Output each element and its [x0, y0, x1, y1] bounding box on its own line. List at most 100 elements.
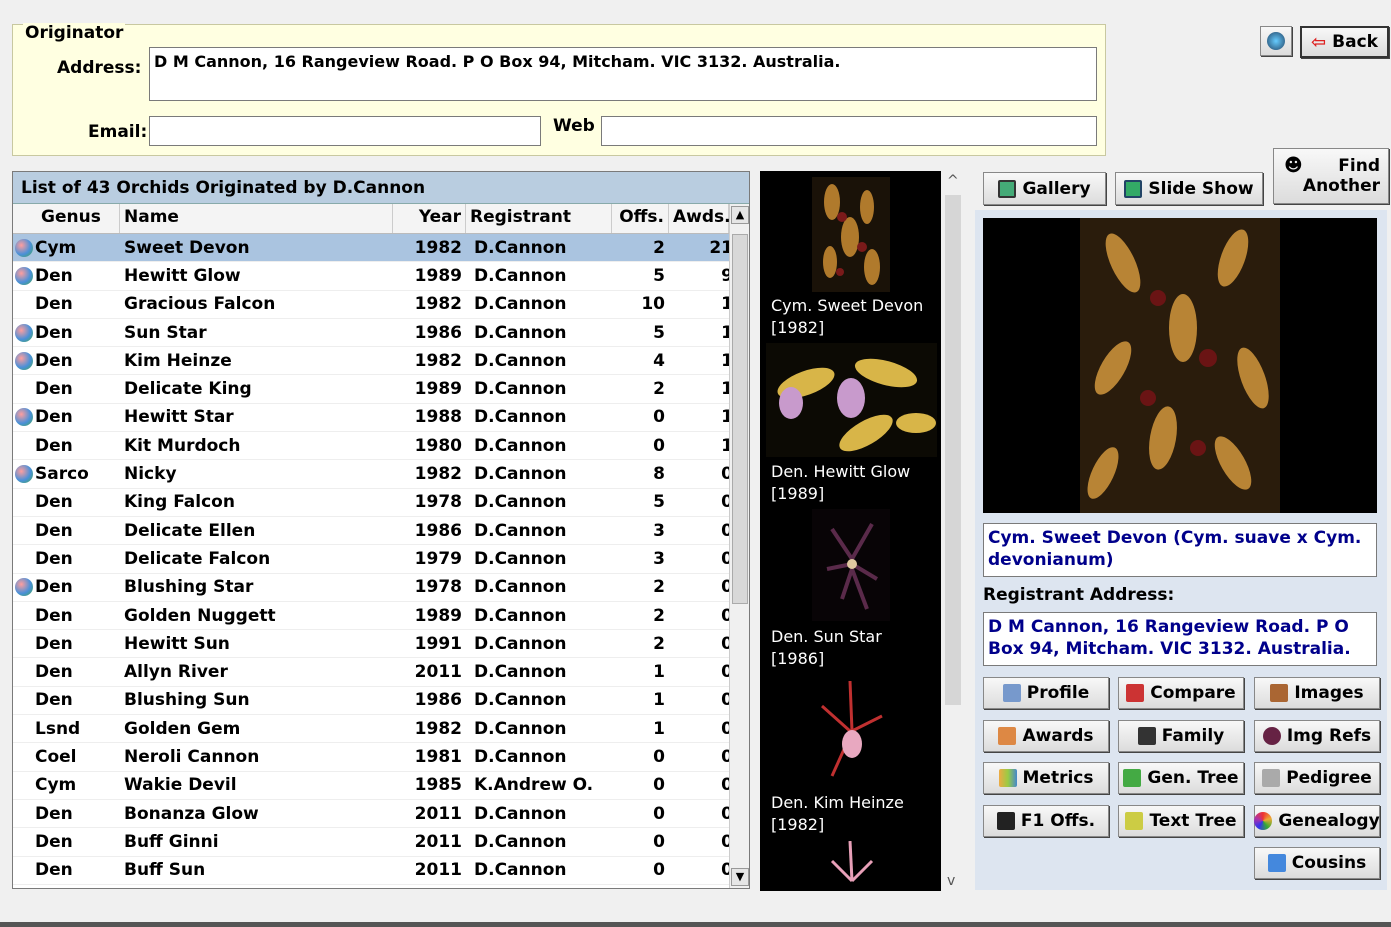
strip-scroll-down-icon[interactable]: v	[947, 873, 955, 889]
scroll-down-icon[interactable]: ▼	[731, 868, 749, 886]
header-genus[interactable]: Genus	[13, 204, 120, 233]
table-row[interactable]: Den Buff Sun 2011 D.Cannon 0 0	[13, 857, 749, 885]
table-row[interactable]: Cym Wakie Devil 1985 K.Andrew O. 0 0	[13, 772, 749, 800]
thumb-kim-heinze[interactable]	[812, 676, 890, 788]
offs-cell: 0	[653, 803, 665, 824]
table-row[interactable]: Den Hewitt Star 1988 D.Cannon 0 1	[13, 404, 749, 433]
header-awds[interactable]: Awds.	[669, 204, 731, 233]
table-row[interactable]: Den Blushing Sun 1986 D.Cannon 1 0	[13, 687, 749, 716]
web-field[interactable]	[601, 116, 1097, 146]
awds-cell: 0	[721, 605, 733, 626]
imgrefs-button[interactable]: Img Refs	[1254, 720, 1380, 752]
table-row[interactable]: Den Kit Murdoch 1980 D.Cannon 0 1	[13, 432, 749, 461]
table-row[interactable]: Den Sun Star 1986 D.Cannon 5 1	[13, 319, 749, 348]
table-row[interactable]: Den King Falcon 1978 D.Cannon 5 0	[13, 489, 749, 517]
back-label: Back	[1332, 32, 1378, 52]
year-cell: 1982	[414, 294, 462, 315]
offs-cell: 3	[653, 548, 665, 569]
caption-4-year: [1982]	[771, 815, 825, 834]
imgrefs-label: Img Refs	[1286, 726, 1372, 746]
scroll-thumb[interactable]	[732, 234, 748, 604]
name-cell: Buff Sun	[124, 860, 206, 881]
table-row[interactable]: Den Golden Nuggett 1989 D.Cannon 2 0	[13, 602, 749, 631]
year-cell: 1988	[414, 407, 462, 428]
thumb-sweet-devon[interactable]	[812, 177, 890, 292]
awards-button[interactable]: Awards	[983, 720, 1109, 752]
genus-text: Den	[35, 379, 73, 400]
slideshow-button[interactable]: Slide Show	[1115, 172, 1263, 205]
header-year[interactable]: Year	[393, 204, 466, 233]
table-row[interactable]: Lsnd Golden Gem 1982 D.Cannon 1 0	[13, 715, 749, 744]
strip-scrollbar[interactable]: ^ v	[941, 171, 965, 891]
year-cell: 1981	[414, 746, 462, 767]
registrant-cell: D.Cannon	[474, 322, 567, 343]
genus-text: Den	[35, 831, 73, 852]
year-cell: 1978	[414, 492, 462, 513]
thumb-partial[interactable]	[812, 841, 890, 891]
family-button[interactable]: Family	[1118, 720, 1244, 752]
genus-text: Den	[35, 492, 73, 513]
pedigree-button[interactable]: Pedigree	[1254, 762, 1380, 794]
year-cell: 1980	[414, 435, 462, 456]
gallery-button[interactable]: Gallery	[983, 172, 1106, 205]
thumbnail-strip[interactable]: Cym. Sweet Devon [1982] Den. Hewitt Glow…	[760, 171, 941, 891]
thumb-sun-star[interactable]	[812, 509, 890, 621]
offs-cell: 2	[653, 633, 665, 654]
awds-cell: 0	[721, 803, 733, 824]
offs-cell: 5	[653, 322, 665, 343]
profile-button[interactable]: Profile	[983, 677, 1109, 709]
table-row[interactable]: Den Delicate Falcon 1979 D.Cannon 3 0	[13, 545, 749, 574]
table-row[interactable]: Den Hewitt Sun 1991 D.Cannon 2 0	[13, 630, 749, 659]
caption-1-year: [1982]	[771, 318, 825, 337]
texttree-button[interactable]: Text Tree	[1118, 805, 1244, 837]
scroll-up-icon[interactable]: ▲	[731, 206, 749, 224]
thumb-hewitt-glow[interactable]	[766, 343, 937, 457]
strip-scroll-thumb[interactable]	[945, 195, 961, 705]
table-row[interactable]: Den Gracious Falcon 1982 D.Cannon 10 1	[13, 291, 749, 319]
back-button[interactable]: ⇦ Back	[1300, 26, 1389, 58]
table-row[interactable]: Cym Sweet Devon 1982 D.Cannon 2 21	[13, 234, 749, 263]
table-row[interactable]: Den Bonanza Glow 2011 D.Cannon 0 0	[13, 800, 749, 829]
table-row[interactable]: Den Blushing Star 1978 D.Cannon 2 0	[13, 574, 749, 602]
metrics-label: Metrics	[1022, 768, 1094, 788]
metrics-button[interactable]: Metrics	[983, 762, 1109, 794]
main-orchid-image[interactable]	[983, 218, 1377, 513]
images-button[interactable]: Images	[1254, 677, 1380, 709]
caption-2-name: Den. Hewitt Glow	[771, 462, 911, 481]
email-field[interactable]	[149, 116, 541, 146]
table-row[interactable]: Sarco Nicky 1982 D.Cannon 8 0	[13, 460, 749, 489]
strip-scroll-up-icon[interactable]: ^	[947, 173, 959, 189]
address-label: Address:	[57, 58, 142, 78]
f1offs-button[interactable]: F1 Offs.	[983, 805, 1109, 837]
table-row[interactable]: Den Buff Ginni 2011 D.Cannon 0 0	[13, 828, 749, 857]
genus-text: Den	[35, 265, 73, 286]
cousins-button[interactable]: Cousins	[1254, 847, 1380, 879]
table-row[interactable]: Den Kim Heinze 1982 D.Cannon 4 1	[13, 347, 749, 376]
list-scrollbar[interactable]: ▲ ▼	[729, 204, 749, 888]
genus-cell: Den	[13, 521, 120, 541]
awds-cell: 0	[721, 577, 733, 598]
registrant-cell: D.Cannon	[474, 860, 567, 881]
address-field[interactable]: D M Cannon, 16 Rangeview Road. P O Box 9…	[149, 47, 1097, 101]
table-row[interactable]: Coel Neroli Cannon 1981 D.Cannon 0 0	[13, 743, 749, 772]
table-row[interactable]: Den Hewitt Glow 1989 D.Cannon 5 9	[13, 262, 749, 291]
header-registrant[interactable]: Registrant	[466, 204, 612, 233]
table-row[interactable]: Den Delicate Ellen 1986 D.Cannon 3 0	[13, 517, 749, 546]
genealogy-button[interactable]: Genealogy	[1254, 805, 1380, 837]
genus-text: Den	[35, 662, 73, 683]
header-offs[interactable]: Offs.	[612, 204, 669, 233]
table-row[interactable]: Den Delicate King 1989 D.Cannon 2 1	[13, 375, 749, 404]
compare-icon	[1126, 684, 1145, 702]
table-row[interactable]: Den Allyn River 2011 D.Cannon 1 0	[13, 658, 749, 687]
genus-cell: Den	[13, 690, 120, 710]
offs-cell: 0	[653, 860, 665, 881]
web-label: Web	[553, 116, 595, 136]
f1offs-label: F1 Offs.	[1020, 811, 1096, 831]
find-another-button[interactable]: ☻ Find Another	[1273, 148, 1389, 204]
home-button[interactable]	[1260, 26, 1292, 56]
header-name[interactable]: Name	[120, 204, 393, 233]
globe-icon	[15, 351, 33, 370]
gentree-button[interactable]: Gen. Tree	[1118, 762, 1244, 794]
compare-button[interactable]: Compare	[1118, 677, 1244, 709]
find-person-icon: ☻	[1284, 155, 1303, 176]
